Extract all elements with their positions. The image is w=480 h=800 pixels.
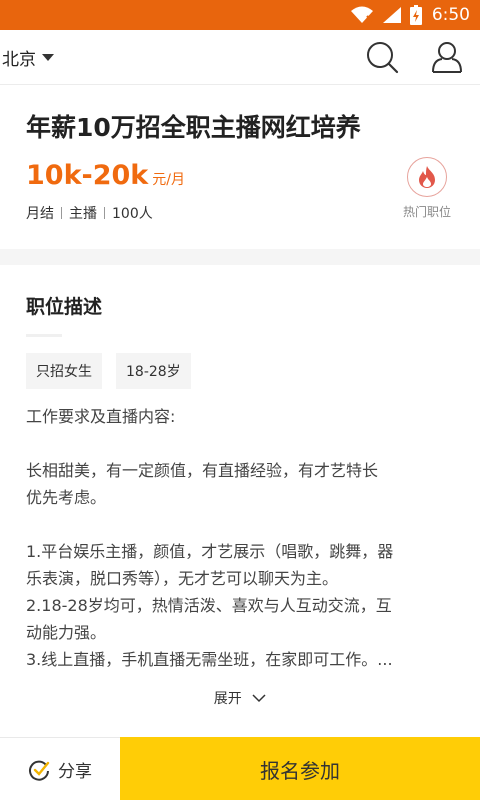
search-icon[interactable]	[365, 40, 399, 74]
desc-line: 优先考虑。	[26, 488, 107, 507]
hot-label: 热门职位	[402, 205, 451, 219]
job-meta: 月结 主播 100人	[26, 203, 153, 223]
description-text: 工作要求及直播内容: 长相甜美，有一定颜值，有直播经验，有才艺特长 优先考虑。 …	[26, 403, 456, 673]
tag-age: 18-28岁	[116, 353, 191, 389]
status-icons: 6:50	[350, 4, 470, 26]
battery-charging-icon	[409, 5, 422, 25]
hot-badge: 热门职位	[399, 157, 455, 220]
city-label: 北京	[2, 50, 36, 70]
desc-line: 乐表演，脱口秀等），无才艺可以聊天为主。	[26, 569, 339, 588]
chevron-down-icon	[252, 693, 266, 702]
status-bar: 6:50	[0, 0, 480, 30]
desc-line: 工作要求及直播内容:	[26, 407, 176, 426]
desc-line	[26, 511, 456, 538]
city-selector[interactable]: 北京	[2, 45, 54, 70]
tag-gender: 只招女生	[26, 353, 102, 389]
expand-label: 展开	[213, 691, 242, 707]
meta-divider	[61, 207, 62, 219]
chevron-down-icon	[42, 53, 54, 61]
user-icon[interactable]	[430, 40, 464, 74]
share-button[interactable]: 分享	[0, 738, 120, 800]
desc-line: 长相甜美，有一定颜值，有直播经验，有才艺特长	[26, 461, 379, 480]
status-time: 6:50	[431, 5, 470, 25]
section-title: 职位描述	[26, 296, 103, 318]
meta-headcount: 100人	[112, 206, 153, 222]
salary-range: 10k-20k	[26, 160, 149, 191]
meta-role: 主播	[69, 206, 97, 222]
meta-settlement: 月结	[26, 206, 54, 222]
desc-line: 动能力强。	[26, 623, 107, 642]
desc-line: 1.平台娱乐主播，颜值，才艺展示（唱歌，跳舞，器	[26, 542, 394, 561]
share-label: 分享	[58, 762, 92, 782]
desc-line	[26, 430, 456, 457]
meta-divider	[104, 207, 105, 219]
desc-line: 3.线上直播，手机直播无需坐班，在家即可工作。...	[26, 650, 393, 669]
salary: 10k-20k 元/月	[26, 160, 185, 191]
wifi-icon	[350, 6, 373, 23]
apply-button[interactable]: 报名参加	[120, 737, 480, 800]
job-title: 年薪10万招全职主播网红培养	[26, 113, 361, 142]
section-underline	[26, 334, 62, 337]
bottom-bar: 分享 报名参加	[0, 737, 480, 800]
fire-icon	[419, 166, 435, 188]
salary-unit: 元/月	[152, 172, 185, 188]
top-nav: 北京	[0, 30, 480, 85]
hot-circle	[407, 157, 447, 197]
tag-list: 只招女生 18-28岁	[26, 353, 191, 389]
section-divider	[0, 249, 480, 265]
share-icon	[29, 760, 50, 781]
expand-button[interactable]: 展开	[0, 688, 480, 708]
signal-icon	[382, 7, 401, 23]
desc-line: 2.18-28岁均可，热情活泼、喜欢与人互动交流，互	[26, 596, 392, 615]
